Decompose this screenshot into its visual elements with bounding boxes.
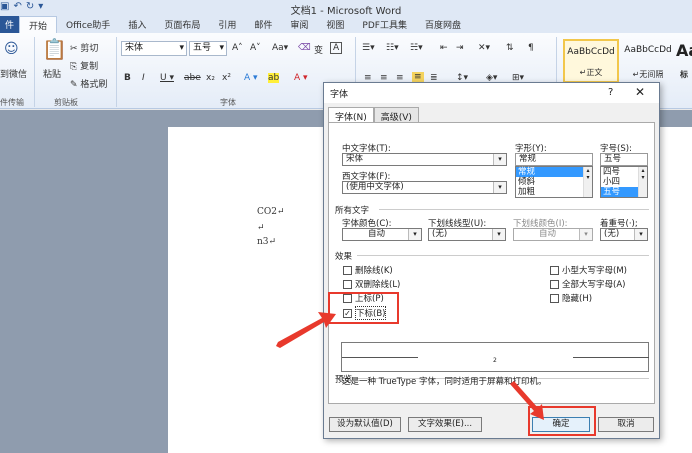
arrow-to-ok-icon (510, 381, 544, 420)
arrow-to-subscript-icon (276, 312, 336, 348)
annotation-arrows (276, 312, 544, 420)
